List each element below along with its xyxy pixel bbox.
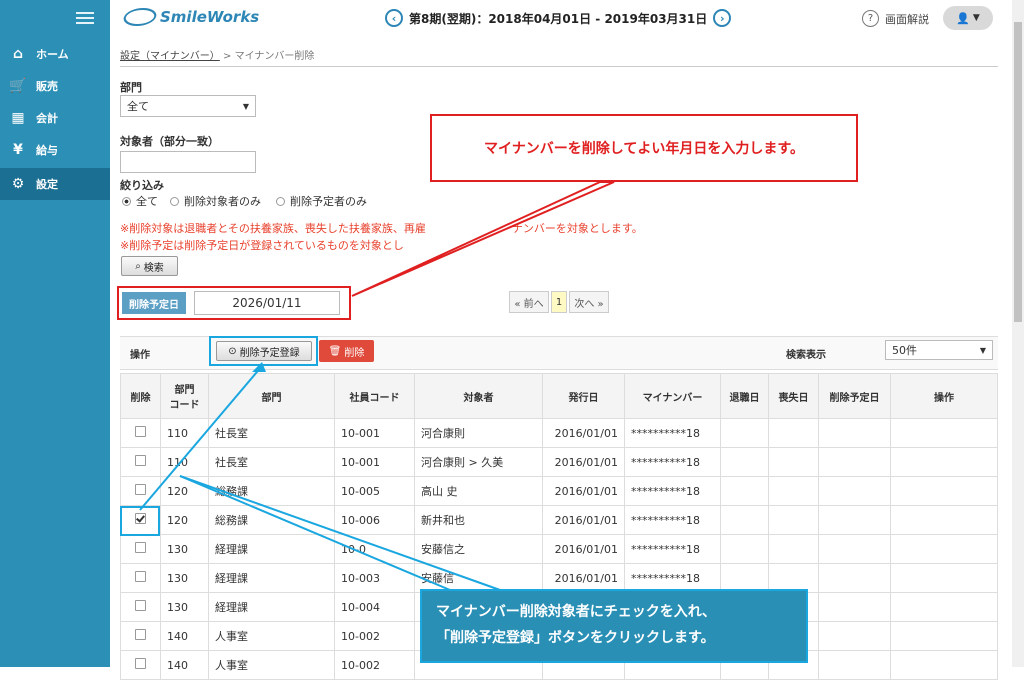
blue-callout: マイナンバー削除対象者にチェックを入れ、 「削除予定登録」ボタンをクリックします… <box>420 589 808 663</box>
red-pointer <box>351 181 615 297</box>
red-callout: マイナンバーを削除してよい年月日を入力します。 <box>430 114 858 182</box>
annotation-lines <box>139 181 615 591</box>
red-highlight-box <box>117 286 351 320</box>
blue-highlight-register <box>209 336 318 366</box>
blue-highlight-checkbox <box>120 506 160 536</box>
blue-pointer-3 <box>179 475 451 591</box>
blue-pointer-1 <box>139 365 263 511</box>
blue-pointer-2 <box>179 475 501 591</box>
